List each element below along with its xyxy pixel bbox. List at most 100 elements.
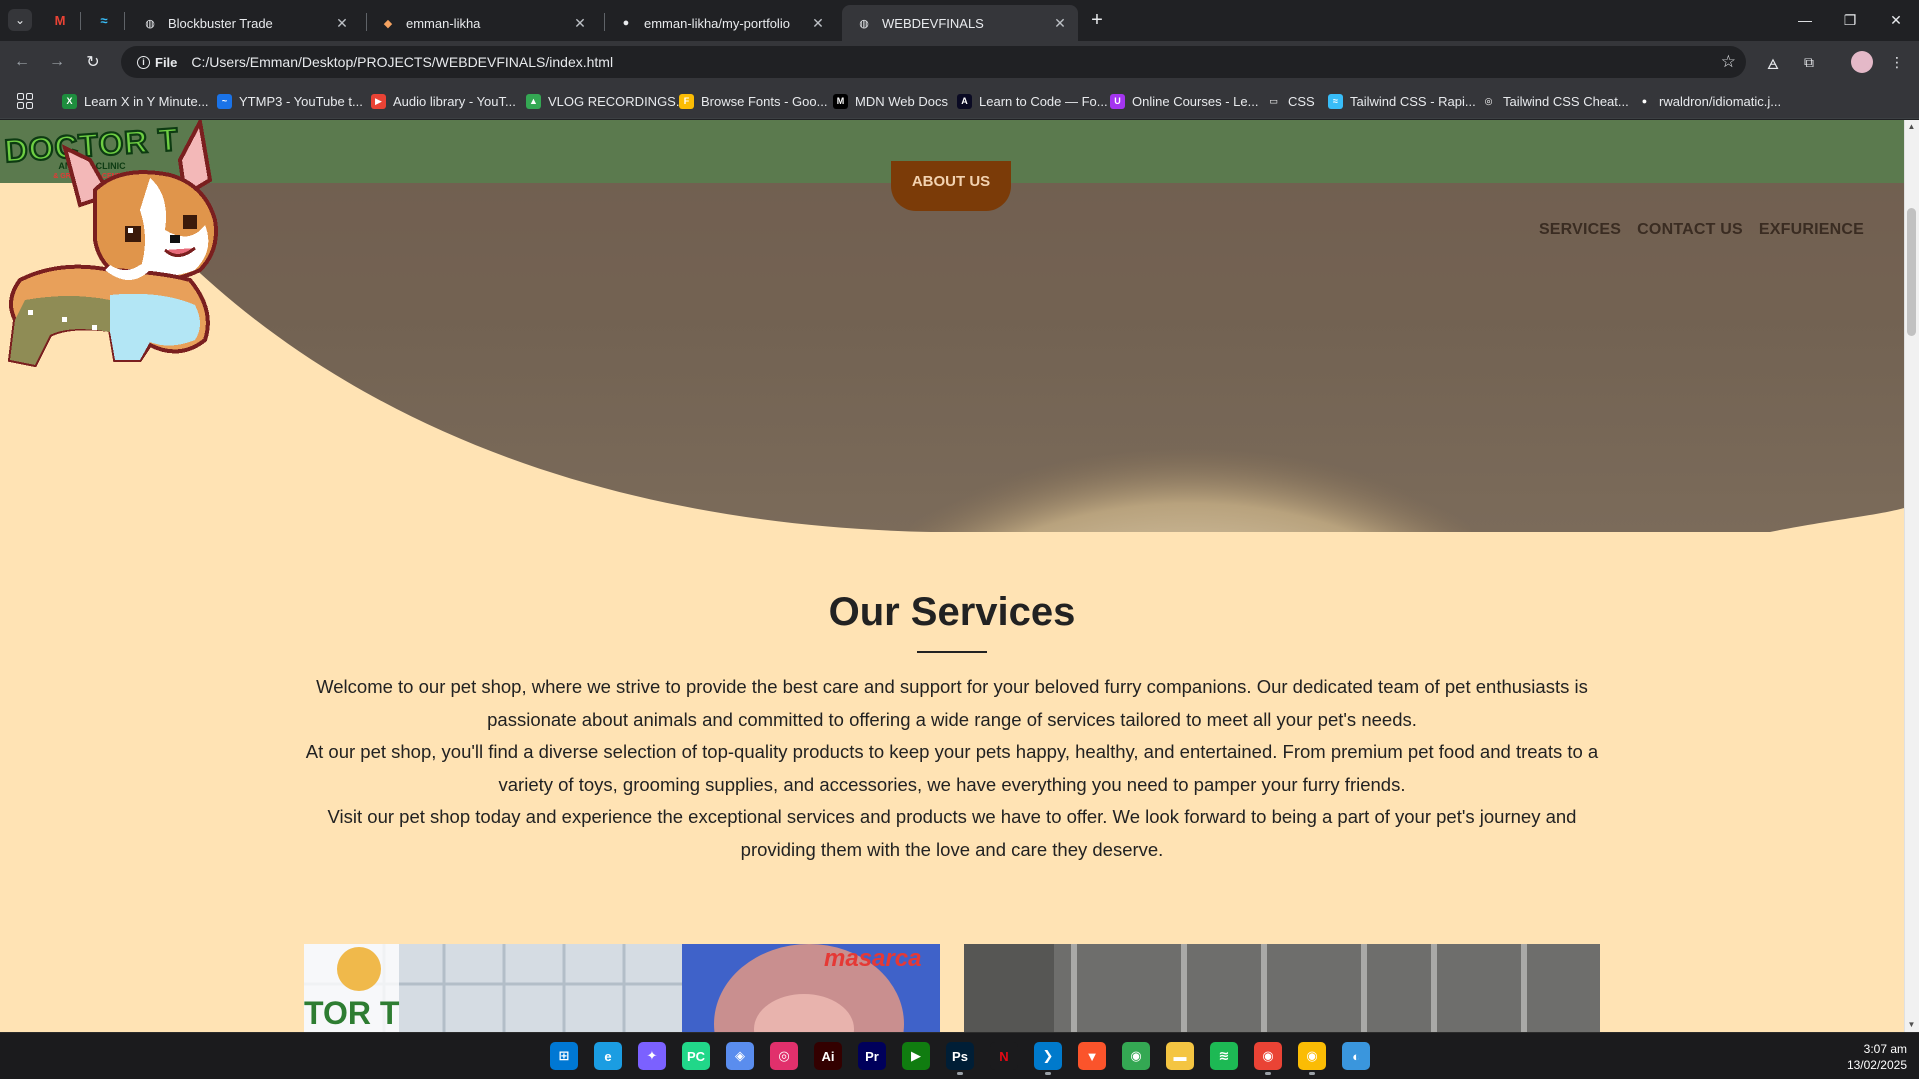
about-us-button[interactable]: ABOUT US bbox=[891, 161, 1011, 211]
apps-grid-icon[interactable] bbox=[17, 93, 33, 109]
network-icon[interactable]: ◐ bbox=[1342, 1042, 1370, 1070]
scroll-down-arrow[interactable]: ▼ bbox=[1907, 1020, 1916, 1030]
nav-services[interactable]: SERVICES bbox=[1539, 221, 1621, 239]
tailwind-icon[interactable]: ≈ bbox=[90, 9, 118, 31]
menu-kebab-icon[interactable]: ⋮ bbox=[1885, 50, 1909, 74]
cube-icon[interactable]: ◈ bbox=[726, 1042, 754, 1070]
pycharm-icon[interactable]: PC bbox=[682, 1042, 710, 1070]
vscode-icon[interactable]: ❯ bbox=[1034, 1042, 1062, 1075]
bookmark-label: Learn X in Y Minute... bbox=[84, 93, 209, 109]
bookmark-item[interactable]: A Learn to Code — Fo... bbox=[957, 91, 1108, 111]
bookmark-favicon-icon: ▭ bbox=[1266, 93, 1281, 109]
tab-separator bbox=[124, 12, 125, 30]
bookmarks-bar: X Learn X in Y Minute... ~ YTMP3 - YouTube … bbox=[0, 83, 1919, 119]
close-window-icon[interactable]: ✕ bbox=[1876, 8, 1916, 32]
bookmark-label: VLOG RECORDINGS... bbox=[548, 93, 687, 109]
bookmark-item[interactable]: M MDN Web Docs bbox=[833, 91, 948, 111]
address-bar[interactable]: i File C:/Users/Emman/Desktop/PROJECTS/W… bbox=[121, 46, 1746, 78]
nav-exfurience[interactable]: EXFURIENCE bbox=[1759, 221, 1864, 239]
title-underline bbox=[917, 651, 987, 653]
site-chip-label: File bbox=[155, 54, 178, 70]
bookmark-item[interactable]: ▭ CSS bbox=[1266, 91, 1315, 111]
bookmark-star-icon[interactable]: ☆ bbox=[1721, 52, 1736, 72]
close-icon[interactable]: ✕ bbox=[810, 15, 826, 31]
minimize-icon[interactable]: — bbox=[1785, 8, 1825, 32]
bookmark-item[interactable]: ▲ VLOG RECORDINGS... bbox=[526, 91, 687, 111]
tab-webdevfinals[interactable]: ◍ WEBDEVFINALS ✕ bbox=[842, 5, 1078, 41]
grooming-photo: TOR T masarca bbox=[304, 944, 940, 1032]
bookmark-favicon-icon: ● bbox=[1637, 93, 1652, 109]
bookmark-item[interactable]: ▶ Audio library - YouT... bbox=[371, 91, 516, 111]
browser-tab-strip: ⌄ M ≈ ◍ Blockbuster Trade ✕ ◆ emman-likh… bbox=[0, 0, 1919, 41]
bookmark-item[interactable]: U Online Courses - Le... bbox=[1110, 91, 1258, 111]
scroll-thumb[interactable] bbox=[1907, 208, 1916, 336]
chrome-profile-icon[interactable]: ◉ bbox=[1254, 1042, 1282, 1075]
copilot-icon[interactable]: ✦ bbox=[638, 1042, 666, 1070]
instagram-icon[interactable]: ◎ bbox=[770, 1042, 798, 1070]
chrome-alt-icon[interactable]: ◉ bbox=[1298, 1042, 1326, 1075]
illustrator-icon[interactable]: Ai bbox=[814, 1042, 842, 1070]
bookmark-item[interactable]: X Learn X in Y Minute... bbox=[62, 91, 209, 111]
site-info-chip[interactable]: i File bbox=[129, 50, 185, 74]
corgi-mascot-image bbox=[7, 120, 218, 368]
bookmark-label: CSS bbox=[1288, 93, 1315, 109]
profile-avatar[interactable] bbox=[1851, 51, 1873, 73]
running-indicator bbox=[1045, 1072, 1051, 1075]
intro-paragraph: Welcome to our pet shop, where we strive… bbox=[316, 676, 1588, 730]
bookmark-label: rwaldron/idiomatic.j... bbox=[1659, 93, 1782, 109]
bookmark-label: YTMP3 - YouTube t... bbox=[239, 93, 363, 109]
close-icon[interactable]: ✕ bbox=[334, 15, 350, 31]
tab-my-portfolio[interactable]: ● emman-likha/my-portfolio ✕ bbox=[604, 5, 836, 41]
bookmark-favicon-icon: U bbox=[1110, 93, 1125, 109]
tab-blockbuster[interactable]: ◍ Blockbuster Trade ✕ bbox=[128, 5, 360, 41]
browser-toolbar: ← → ↻ i File C:/Users/Emman/Desktop/PROJ… bbox=[0, 41, 1919, 83]
nav-contact-us[interactable]: CONTACT US bbox=[1637, 221, 1743, 239]
premiere-icon[interactable]: Pr bbox=[858, 1042, 886, 1070]
spotify-icon[interactable]: ≋ bbox=[1210, 1042, 1238, 1070]
page-scrollbar[interactable]: ▲ ▼ bbox=[1904, 120, 1919, 1032]
forward-button[interactable]: → bbox=[45, 50, 69, 74]
tab-title: emman-likha/my-portfolio bbox=[644, 15, 790, 31]
windows-start-icon[interactable]: ⊞ bbox=[550, 1042, 578, 1070]
gmail-icon[interactable]: M bbox=[46, 9, 74, 31]
bookmark-label: Tailwind CSS Cheat... bbox=[1503, 93, 1629, 109]
close-icon[interactable]: ✕ bbox=[572, 15, 588, 31]
bookmark-item[interactable]: ◎ Tailwind CSS Cheat... bbox=[1481, 91, 1629, 111]
site-nav: SERVICES CONTACT US EXFURIENCE bbox=[1539, 221, 1864, 239]
hero-section: ABOUT US DOCTOR T ANIMAL CLINIC & GROOMI… bbox=[0, 120, 1904, 532]
card-sign-fragment: masarca bbox=[824, 945, 921, 972]
bookmark-item[interactable]: ● rwaldron/idiomatic.j... bbox=[1637, 91, 1781, 111]
service-card-image[interactable]: TOR T masarca bbox=[304, 944, 940, 1032]
reload-button[interactable]: ↻ bbox=[81, 50, 105, 74]
extensions-icon[interactable]: ⧉ bbox=[1797, 50, 1821, 74]
chrome-icon[interactable]: ◉ bbox=[1122, 1042, 1150, 1070]
services-title: Our Services bbox=[828, 590, 1076, 634]
file-explorer-icon[interactable]: ▬ bbox=[1166, 1042, 1194, 1070]
service-cards: TOR T masarca bbox=[304, 944, 1600, 1032]
photoshop-icon[interactable]: Ps bbox=[946, 1042, 974, 1075]
performance-icon[interactable]: 🜁 bbox=[1761, 50, 1785, 74]
tab-title: emman-likha bbox=[406, 15, 481, 31]
system-clock[interactable]: 3:07 am 13/02/2025 bbox=[1847, 1041, 1907, 1073]
close-icon[interactable]: ✕ bbox=[1052, 15, 1068, 31]
url-text[interactable]: C:/Users/Emman/Desktop/PROJECTS/WEBDEVFI… bbox=[191, 54, 613, 70]
brave-icon[interactable]: ▼ bbox=[1078, 1042, 1106, 1070]
bookmark-item[interactable]: F Browse Fonts - Goo... bbox=[679, 91, 827, 111]
running-indicator bbox=[1309, 1072, 1315, 1075]
windows-taskbar: ⊞ e ✦ PC ◈ ◎ Ai Pr ▶ Ps N ❯ ▼ ◉ ▬ ≋ ◉ ◉ ◐ 3:07 am 13/02/20… bbox=[0, 1032, 1919, 1079]
netflix-icon[interactable]: N bbox=[990, 1042, 1018, 1070]
back-button[interactable]: ← bbox=[10, 50, 34, 74]
tab-title: Blockbuster Trade bbox=[168, 15, 273, 31]
restore-icon[interactable]: ❐ bbox=[1830, 8, 1870, 32]
service-card-image[interactable] bbox=[964, 944, 1600, 1032]
scroll-up-arrow[interactable]: ▲ bbox=[1907, 122, 1916, 132]
tab-emman-likha[interactable]: ◆ emman-likha ✕ bbox=[366, 5, 598, 41]
bookmark-item[interactable]: ~ YTMP3 - YouTube t... bbox=[217, 91, 363, 111]
bookmark-item[interactable]: ≈ Tailwind CSS - Rapi... bbox=[1328, 91, 1476, 111]
likha-icon: ◆ bbox=[383, 17, 393, 30]
new-tab-button[interactable]: + bbox=[1085, 9, 1109, 31]
page-viewport: ABOUT US DOCTOR T ANIMAL CLINIC & GROOMI… bbox=[0, 120, 1919, 1032]
edge-icon[interactable]: e bbox=[594, 1042, 622, 1070]
gamepass-icon[interactable]: ▶ bbox=[902, 1042, 930, 1070]
tab-search-button[interactable]: ⌄ bbox=[8, 9, 32, 31]
